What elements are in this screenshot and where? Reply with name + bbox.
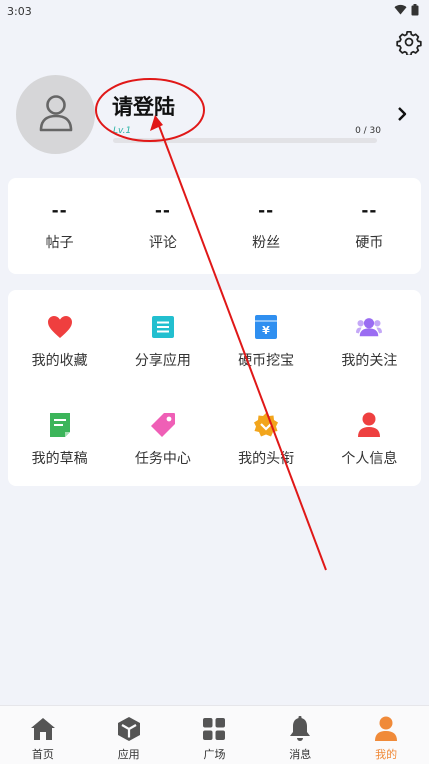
level-label: Lv.1 <box>113 126 132 136</box>
stat-posts[interactable]: -- 帖子 <box>8 178 111 274</box>
status-time: 3:03 <box>7 4 32 18</box>
badge-icon <box>253 412 279 438</box>
stat-label: 评论 <box>148 235 177 251</box>
settings-button[interactable] <box>394 29 424 59</box>
menu-grid: 我的收藏 分享应用 ¥ 硬币挖宝 我的关注 我的草稿 任务中心 我的头衔 个人信… <box>8 290 421 486</box>
nav-square[interactable]: 广场 <box>172 706 258 764</box>
nav-apps[interactable]: 应用 <box>86 706 172 764</box>
coin-box-icon: ¥ <box>253 314 279 340</box>
grid-icon <box>201 716 227 742</box>
menu-item-titles[interactable]: 我的头衔 <box>215 388 318 486</box>
avatar[interactable] <box>16 75 95 154</box>
chevron-right-icon[interactable] <box>395 106 409 122</box>
user-icon <box>373 716 399 742</box>
battery-icon <box>411 3 419 19</box>
menu-item-share-app[interactable]: 分享应用 <box>111 290 214 388</box>
stat-label: 硬币 <box>355 235 384 251</box>
profile-header[interactable]: 请登陆 Lv.1 0 / 30 <box>16 75 416 155</box>
menu-item-drafts[interactable]: 我的草稿 <box>8 388 111 486</box>
menu-item-favorites[interactable]: 我的收藏 <box>8 290 111 388</box>
nav-label: 广场 <box>203 748 226 761</box>
menu-item-label: 任务中心 <box>134 451 191 467</box>
tag-icon <box>150 412 176 438</box>
cube-icon <box>116 716 142 742</box>
menu-item-label: 我的草稿 <box>31 451 88 467</box>
menu-item-personal-info[interactable]: 个人信息 <box>318 388 421 486</box>
stat-label: 帖子 <box>45 235 74 251</box>
menu-item-label: 个人信息 <box>341 451 398 467</box>
stat-value: -- <box>51 201 68 221</box>
menu-item-task-center[interactable]: 任务中心 <box>111 388 214 486</box>
status-bar: 3:03 <box>0 0 429 22</box>
stats-card: -- 帖子 -- 评论 -- 粉丝 -- 硬币 <box>8 178 421 274</box>
nav-messages[interactable]: 消息 <box>257 706 343 764</box>
home-icon <box>30 716 56 742</box>
menu-item-label: 我的头衔 <box>238 451 295 467</box>
nav-home[interactable]: 首页 <box>0 706 86 764</box>
menu-item-label: 硬币挖宝 <box>238 353 295 369</box>
heart-icon <box>47 314 73 340</box>
person-icon <box>356 412 382 438</box>
login-prompt[interactable]: 请登陆 <box>112 91 175 121</box>
stat-label: 粉丝 <box>252 235 281 251</box>
nav-mine[interactable]: 我的 <box>343 706 429 764</box>
nav-label: 首页 <box>31 748 54 761</box>
bell-icon <box>287 716 313 742</box>
menu-item-label: 我的收藏 <box>31 353 88 369</box>
svg-text:¥: ¥ <box>262 324 270 337</box>
menu-item-following[interactable]: 我的关注 <box>318 290 421 388</box>
stat-value: -- <box>258 201 275 221</box>
stat-coins[interactable]: -- 硬币 <box>318 178 421 274</box>
stat-value: -- <box>361 201 378 221</box>
level-progress-bar <box>113 138 377 143</box>
nav-label: 我的 <box>375 748 398 761</box>
stat-fans[interactable]: -- 粉丝 <box>215 178 318 274</box>
menu-item-label: 我的关注 <box>341 353 398 369</box>
user-icon <box>39 94 73 136</box>
stat-value: -- <box>154 201 171 221</box>
stat-comments[interactable]: -- 评论 <box>111 178 214 274</box>
draft-icon <box>47 412 73 438</box>
nav-label: 消息 <box>289 748 312 761</box>
document-icon <box>150 314 176 340</box>
menu-item-label: 分享应用 <box>134 353 191 369</box>
gear-icon <box>396 29 422 59</box>
wifi-icon <box>394 4 407 18</box>
menu-item-coin-treasure[interactable]: ¥ 硬币挖宝 <box>215 290 318 388</box>
bottom-nav: 首页 应用 广场 消息 我的 <box>0 705 429 764</box>
people-icon <box>356 314 383 340</box>
level-progress-text: 0 / 30 <box>355 126 381 136</box>
status-icons <box>394 3 419 19</box>
nav-label: 应用 <box>117 748 140 761</box>
